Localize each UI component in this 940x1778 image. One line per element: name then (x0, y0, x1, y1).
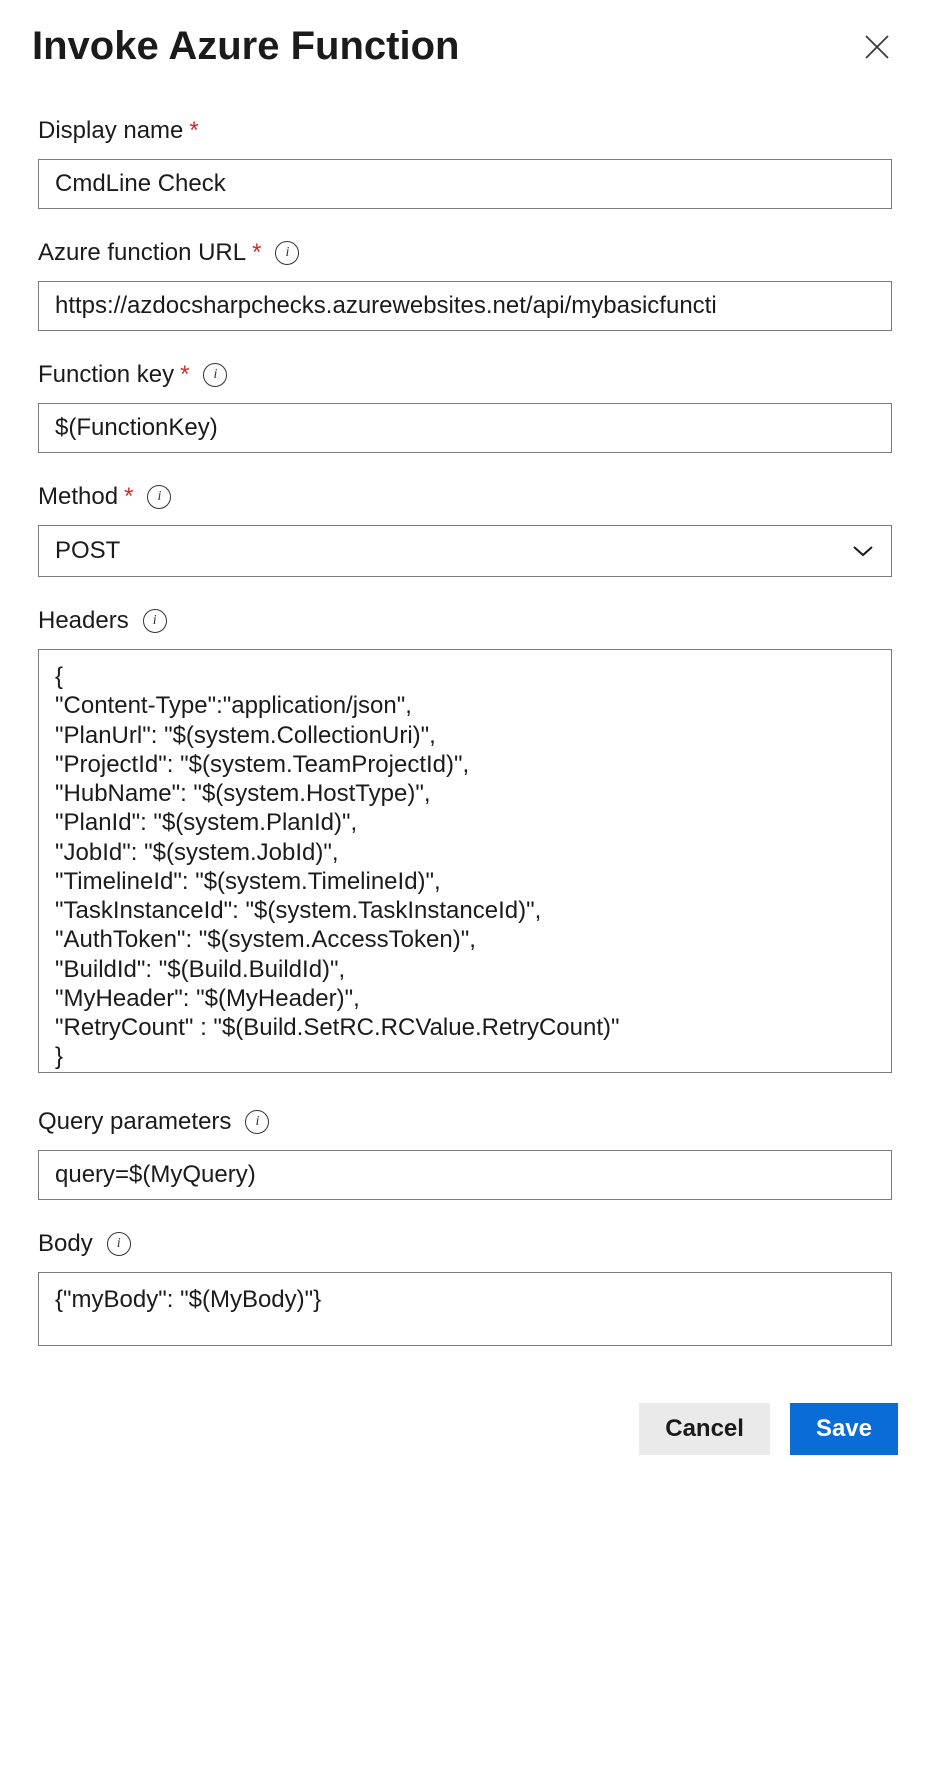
page-title: Invoke Azure Function (32, 24, 459, 69)
close-button[interactable] (856, 26, 898, 68)
method-label: Method* (38, 483, 133, 511)
required-marker: * (180, 361, 189, 388)
required-marker: * (252, 239, 261, 266)
info-icon[interactable]: i (147, 485, 171, 509)
required-marker: * (189, 117, 198, 144)
info-icon[interactable]: i (107, 1232, 131, 1256)
headers-textarea[interactable] (38, 649, 892, 1073)
function-key-input[interactable] (38, 403, 892, 453)
info-icon[interactable]: i (203, 363, 227, 387)
info-icon[interactable]: i (143, 609, 167, 633)
cancel-button[interactable]: Cancel (639, 1403, 770, 1455)
display-name-input[interactable] (38, 159, 892, 209)
function-key-label: Function key* (38, 361, 189, 389)
headers-label: Headers (38, 607, 129, 635)
body-label: Body (38, 1230, 93, 1258)
display-name-label: Display name* (38, 117, 199, 145)
close-icon (862, 32, 892, 62)
method-select[interactable]: POST (38, 525, 892, 577)
query-params-label: Query parameters (38, 1108, 231, 1136)
query-params-input[interactable] (38, 1150, 892, 1200)
function-url-input[interactable] (38, 281, 892, 331)
info-icon[interactable]: i (275, 241, 299, 265)
body-textarea[interactable] (38, 1272, 892, 1346)
save-button[interactable]: Save (790, 1403, 898, 1455)
function-url-label: Azure function URL* (38, 239, 261, 267)
required-marker: * (124, 483, 133, 510)
info-icon[interactable]: i (245, 1110, 269, 1134)
